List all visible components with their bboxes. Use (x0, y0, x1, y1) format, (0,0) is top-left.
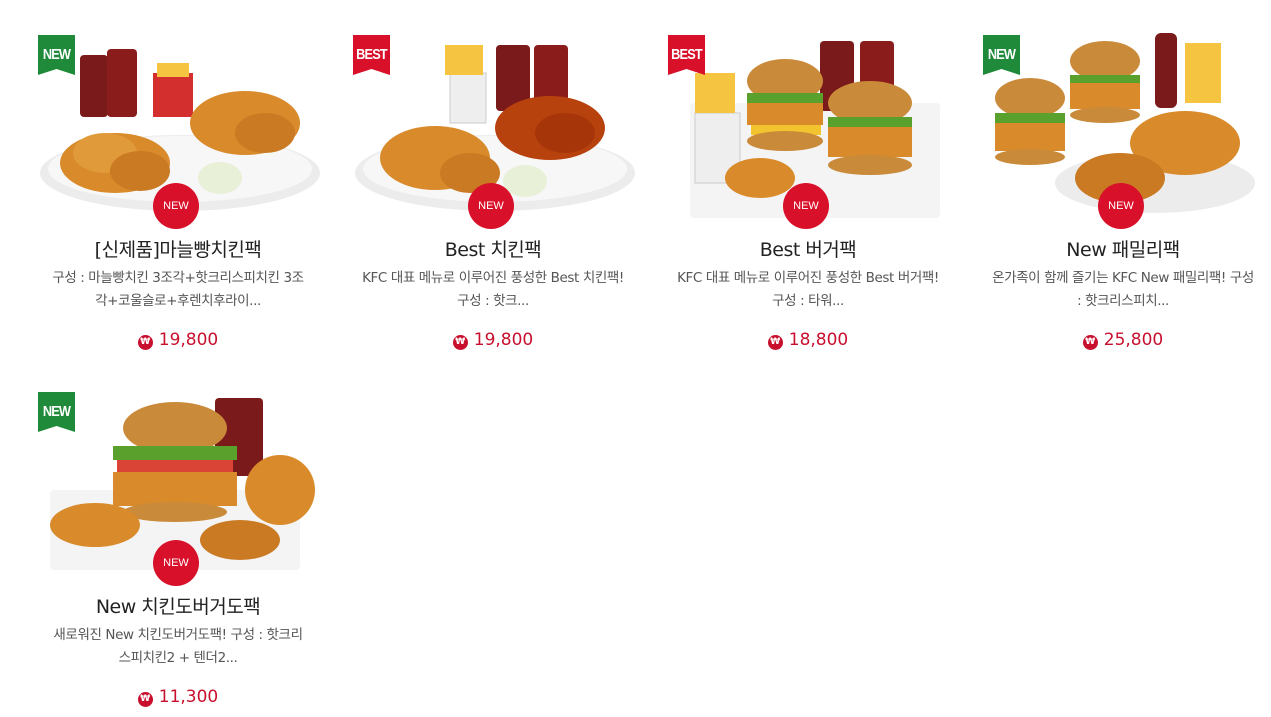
ribbon-label: BEST (356, 46, 387, 63)
description-line: 새로워진 New 치킨도버거도팩! 구성 : 핫크리 (53, 627, 303, 643)
description-line: 구성 : 마늘빵치킨 3조각+핫크리스피치킨 3조 (52, 270, 304, 286)
description-line: 스피치킨2 + 텐더2... (118, 650, 238, 666)
product-description: KFC 대표 메뉴로 이루어진 풍성한 Best 치킨팩! 구성 : 핫크... (356, 267, 630, 313)
new-badge: NEW (153, 183, 199, 229)
ribbon-best: BEST (353, 35, 390, 75)
product-price: ₩19,800 (350, 330, 636, 350)
new-badge: NEW (153, 540, 199, 586)
product-title[interactable]: Best 버거팩 (665, 235, 951, 262)
description-line: 온가족이 함께 즐기는 KFC New 패밀리팩! 구성 (992, 270, 1254, 286)
price-value: 19,800 (473, 330, 534, 350)
ribbon-label: NEW (42, 403, 71, 420)
product-image[interactable]: NEW NEW (980, 33, 1266, 233)
ribbon-label: NEW (42, 46, 71, 63)
description-line: 각+코울슬로+후렌치후라이... (95, 293, 261, 309)
product-title[interactable]: New 패밀리팩 (980, 235, 1266, 262)
new-badge: NEW (468, 183, 514, 229)
description-line: 구성 : 핫크... (457, 293, 529, 309)
product-price: ₩19,800 (35, 330, 321, 350)
description-line: KFC 대표 메뉴로 이루어진 풍성한 Best 치킨팩! (362, 270, 624, 286)
price-value: 19,800 (158, 330, 219, 350)
product-card-best-chicken-pack[interactable]: BEST NEW Best 치킨팩 KFC 대표 메뉴로 이루어진 풍성한 Be… (350, 33, 636, 378)
product-title[interactable]: [신제품]마늘빵치킨팩 (35, 235, 321, 262)
product-title[interactable]: Best 치킨팩 (350, 235, 636, 262)
product-price: ₩18,800 (665, 330, 951, 350)
ribbon-new: NEW (38, 35, 75, 75)
product-card-best-burger-pack[interactable]: BEST NEW Best 버거팩 KFC 대표 메뉴로 이루어진 풍성한 Be… (665, 33, 951, 378)
ribbon-new: NEW (983, 35, 1020, 75)
product-description: KFC 대표 메뉴로 이루어진 풍성한 Best 버거팩! 구성 : 타워... (671, 267, 945, 313)
ribbon-new: NEW (38, 392, 75, 432)
product-grid: NEW NEW [신제품]마늘빵치킨팩 구성 : 마늘빵치킨 3조각+핫크리스피… (0, 0, 1271, 717)
product-card-new-family-pack[interactable]: NEW NEW New 패밀리팩 온가족이 함께 즐기는 KFC New 패밀리… (980, 33, 1266, 378)
product-card-new-chicken-burger-pack[interactable]: NEW NEW New 치킨도버거도팩 새로워진 New 치킨도버거도팩! 구성… (35, 390, 321, 717)
product-description: 새로워진 New 치킨도버거도팩! 구성 : 핫크리 스피치킨2 + 텐더2..… (41, 624, 315, 670)
ribbon-best: BEST (668, 35, 705, 75)
new-badge: NEW (1098, 183, 1144, 229)
won-icon: ₩ (1082, 335, 1098, 350)
price-value: 11,300 (158, 687, 219, 707)
new-badge: NEW (783, 183, 829, 229)
won-icon: ₩ (137, 335, 153, 350)
description-line: KFC 대표 메뉴로 이루어진 풍성한 Best 버거팩! (677, 270, 939, 286)
description-line: 구성 : 타워... (772, 293, 844, 309)
product-image[interactable]: BEST NEW (665, 33, 951, 233)
price-value: 25,800 (1103, 330, 1164, 350)
product-title[interactable]: New 치킨도버거도팩 (35, 592, 321, 619)
product-price: ₩25,800 (980, 330, 1266, 350)
product-image[interactable]: NEW NEW (35, 390, 321, 590)
product-image[interactable]: NEW NEW (35, 33, 321, 233)
product-price: ₩11,300 (35, 687, 321, 707)
price-value: 18,800 (788, 330, 849, 350)
won-icon: ₩ (767, 335, 783, 350)
ribbon-label: NEW (987, 46, 1016, 63)
product-card-garlic-bread-chicken-pack[interactable]: NEW NEW [신제품]마늘빵치킨팩 구성 : 마늘빵치킨 3조각+핫크리스피… (35, 33, 321, 378)
won-icon: ₩ (452, 335, 468, 350)
product-description: 구성 : 마늘빵치킨 3조각+핫크리스피치킨 3조 각+코울슬로+후렌치후라이.… (41, 267, 315, 313)
product-image[interactable]: BEST NEW (350, 33, 636, 233)
product-description: 온가족이 함께 즐기는 KFC New 패밀리팩! 구성 : 핫크리스피치... (986, 267, 1260, 313)
won-icon: ₩ (137, 692, 153, 707)
ribbon-label: BEST (671, 46, 702, 63)
description-line: : 핫크리스피치... (1077, 293, 1169, 309)
